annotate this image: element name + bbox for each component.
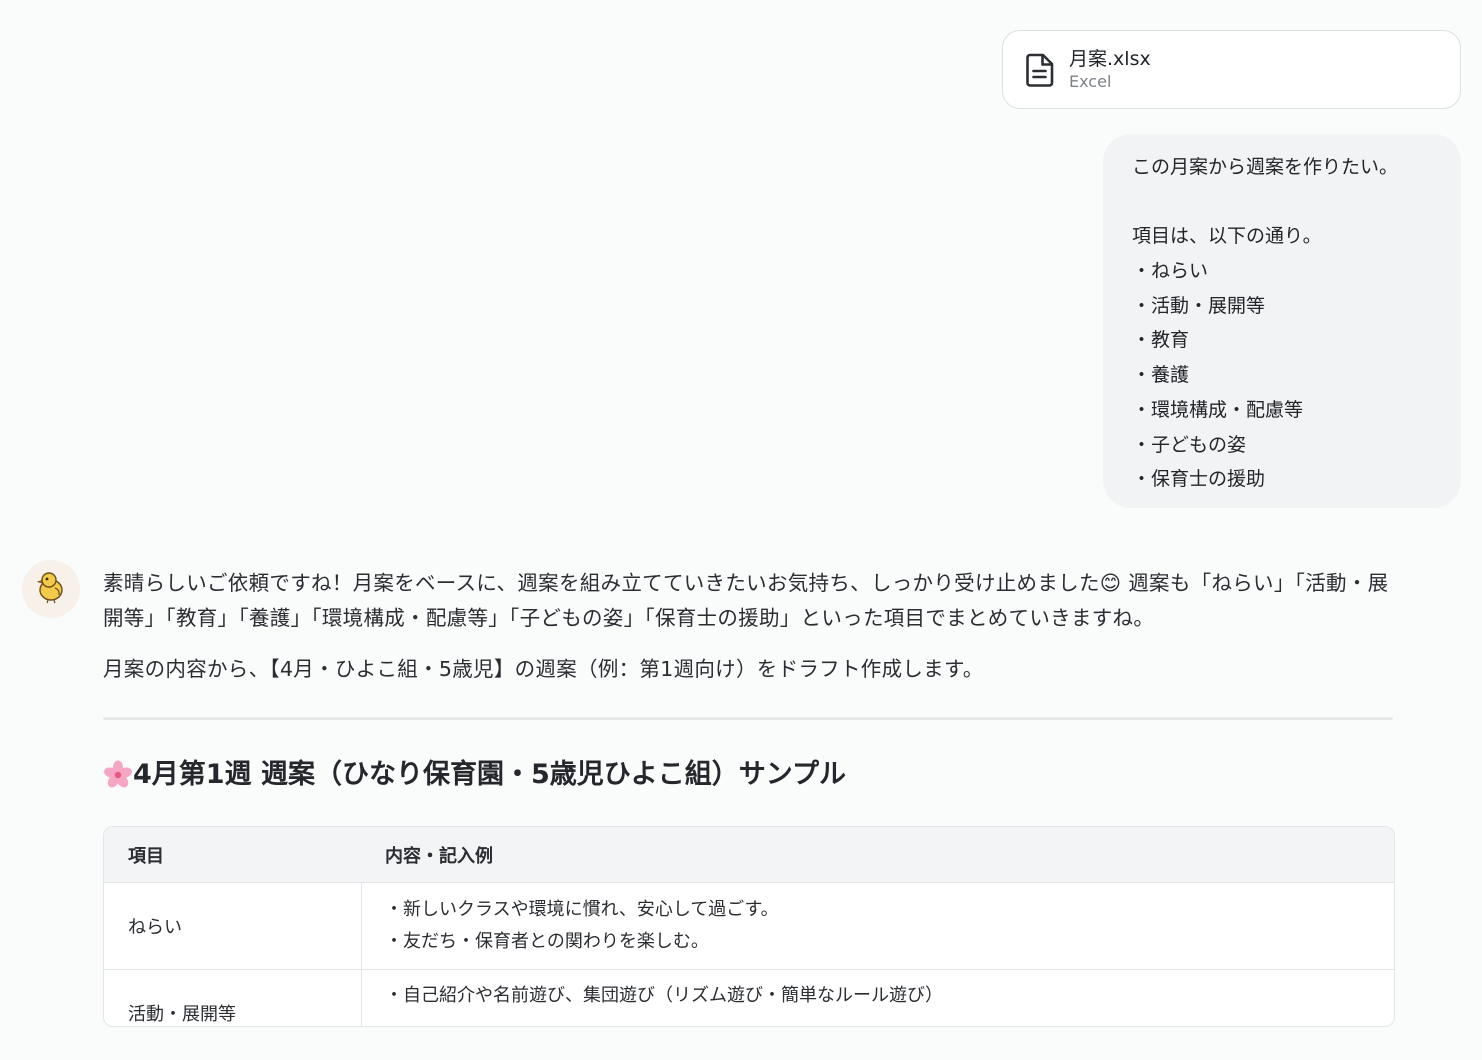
chat-page: 月案.xlsx Excel この月案から週案を作りたい。 項目は、以下の通り。 … (0, 0, 1482, 1060)
cherry-blossom-icon (103, 760, 133, 790)
document-icon (1025, 53, 1055, 87)
table-header-item: 項目 (128, 845, 164, 867)
assistant-message: 素晴らしいご依頼ですね！月案をベースに、週案を組み立てていきたいお気持ち、しっか… (103, 566, 1395, 1027)
table-cell-item: ねらい (104, 883, 362, 969)
table-row: ねらい ・新しいクラスや環境に慣れ、安心して過ごす。 ・友だち・保育者との関わり… (104, 882, 1394, 969)
table-cell-content: ・自己紹介や名前遊び、集団遊び（リズム遊び・簡単なルール遊び） (362, 970, 943, 1026)
user-message-line: ・環境構成・配慮等 (1132, 398, 1304, 421)
user-message-line: ・ねらい (1132, 260, 1209, 283)
chick-avatar-icon (33, 569, 69, 609)
assistant-paragraph: 素晴らしいご依頼ですね！月案をベースに、週案を組み立てていきたいお気持ち、しっか… (103, 571, 1389, 630)
assistant-avatar (22, 560, 80, 618)
user-message-line: ・子どもの姿 (1132, 433, 1247, 456)
weekly-plan-table: 項目 内容・記入例 ねらい ・新しいクラスや環境に慣れ、安心して過ごす。 ・友だ… (103, 826, 1395, 1027)
user-message-line: ・活動・展開等 (1132, 294, 1266, 317)
user-message-line (1132, 185, 1461, 220)
user-message-line: ・保育士の援助 (1132, 468, 1266, 491)
attachment-filetype: Excel (1069, 71, 1112, 91)
table-cell-item: 活動・展開等 (104, 970, 362, 1026)
table-row: 活動・展開等 ・自己紹介や名前遊び、集団遊び（リズム遊び・簡単なルール遊び） (104, 969, 1394, 1026)
attachment-card[interactable]: 月案.xlsx Excel (1002, 30, 1461, 109)
table-cell-line: ・新しいクラスや環境に慣れ、安心して過ごす。 (385, 899, 779, 920)
table-header-content: 内容・記入例 (385, 845, 493, 867)
table-cell-line: ・友だち・保育者との関わりを楽しむ。 (385, 931, 709, 952)
user-message-line: この月案から週案を作りたい。 (1132, 156, 1399, 178)
table-cell-content: ・新しいクラスや環境に慣れ、安心して過ごす。 ・友だち・保育者との関わりを楽しむ… (362, 883, 779, 969)
table-cell-line: ・自己紹介や名前遊び、集団遊び（リズム遊び・簡単なルール遊び） (385, 985, 943, 1006)
section-heading: 4月第1週 週案（ひなり保育園・5歳児ひよこ組）サンプル (103, 757, 1393, 793)
user-message-line: ・養護 (1132, 364, 1190, 387)
table-header: 項目 内容・記入例 (104, 827, 1394, 882)
user-message-bubble: この月案から週案を作りたい。 項目は、以下の通り。 ・ねらい ・活動・展開等 ・… (1103, 134, 1461, 508)
section-heading-text: 4月第1週 週案（ひなり保育園・5歳児ひよこ組）サンプル (133, 759, 846, 790)
user-message-line: ・教育 (1132, 329, 1190, 352)
divider (103, 717, 1393, 720)
attachment-filename: 月案.xlsx (1069, 47, 1151, 70)
assistant-paragraph: 月案の内容から、【4月・ひよこ組・5歳児】の週案（例：第1週向け）をドラフト作成… (103, 657, 984, 681)
user-message-line: 項目は、以下の通り。 (1132, 225, 1322, 248)
